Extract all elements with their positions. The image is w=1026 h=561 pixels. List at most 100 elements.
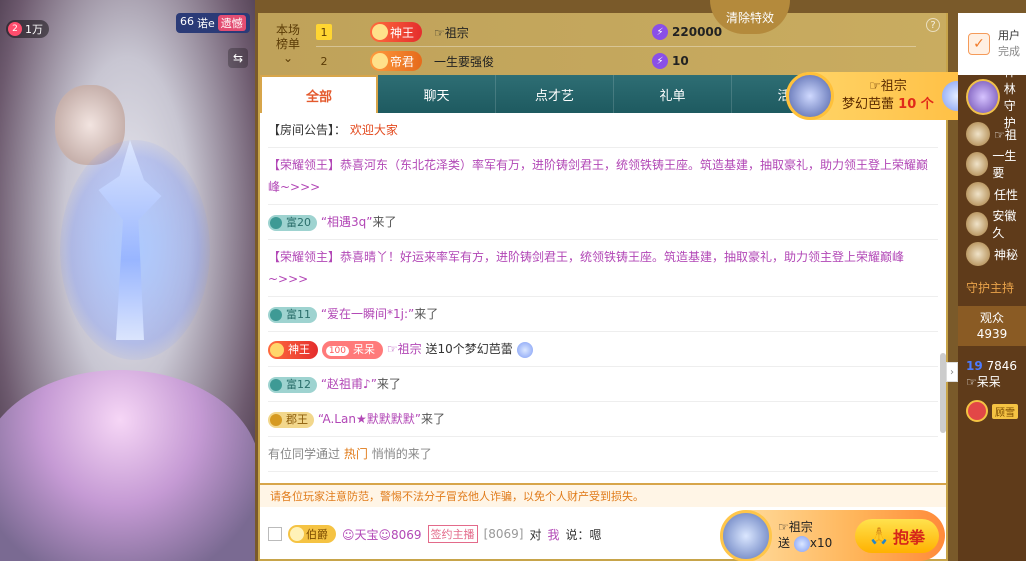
gift-float-detail: 送 x10 bbox=[778, 535, 832, 552]
chevron-right-icon[interactable]: › bbox=[946, 362, 958, 382]
guard-top-name: 神林 bbox=[1003, 65, 1016, 96]
gift-message: 神王 100 呆呆 ☞祖宗 送10个梦幻芭蕾 bbox=[268, 332, 938, 367]
guard-item[interactable]: 任性 bbox=[958, 179, 1026, 209]
announce-value: 欢迎大家 bbox=[349, 123, 398, 137]
guard-name: 任性 bbox=[994, 187, 1019, 202]
rank-title-line2: 榜单 bbox=[276, 37, 301, 51]
join-message: 富20 “相遇3q”来了 bbox=[268, 205, 938, 240]
gift-banner-text: ☞祖宗 梦幻芭蕾 10 个 bbox=[842, 78, 934, 114]
level-badge: 富20 bbox=[268, 214, 317, 231]
anchor-tag: 签约主播 bbox=[427, 525, 478, 543]
rank-board-title[interactable]: 本场 榜单 ⌄ bbox=[276, 23, 300, 65]
top-right-badge[interactable]: 66 诺e 遗憾 bbox=[176, 13, 250, 33]
fan-level: 100 bbox=[325, 345, 350, 356]
swap-icon[interactable]: ⇆ bbox=[228, 48, 248, 68]
music-box-effect bbox=[0, 370, 255, 561]
rank-score: ⚡ 10 bbox=[652, 53, 689, 69]
rank-medal: 帝君 bbox=[370, 51, 423, 71]
bolt-icon: ⚡ bbox=[652, 53, 669, 69]
guard-avatar bbox=[966, 79, 1000, 115]
vip-row[interactable]: 顾雪 bbox=[958, 400, 1026, 422]
gift-banner-gift: 梦幻芭蕾 bbox=[842, 97, 895, 112]
ballet-gift-icon bbox=[793, 535, 810, 552]
guard-avatar bbox=[966, 122, 990, 146]
rank-name: 一生要强俊 bbox=[434, 54, 495, 69]
gift-banner-user: ☞祖宗 bbox=[869, 79, 907, 94]
gift-float-text: ☞祖宗 送 x10 bbox=[778, 519, 832, 552]
guard-avatar bbox=[966, 212, 989, 236]
rank-number: 1 bbox=[316, 24, 332, 40]
guard-item[interactable]: 一生要 bbox=[958, 149, 1026, 180]
join-message: 富11 “爱在一瞬间*1j:”来了 bbox=[268, 297, 938, 332]
rank-score: ⚡ 220000 bbox=[652, 24, 722, 40]
gift-float-user: ☞祖宗 bbox=[778, 520, 813, 535]
pass-prefix: 有位同学通过 bbox=[268, 447, 341, 461]
level-badge: 富11 bbox=[268, 306, 317, 323]
chat-text: 说：嗯 bbox=[565, 527, 602, 542]
viewer-badge-text: 1万 bbox=[25, 23, 43, 36]
system-message[interactable]: 【荣耀领主】恭喜晴丫！好运来率军有方，进阶铸剑君王，统领铁铸王座。筑造基建，抽取… bbox=[268, 240, 938, 297]
hot-link[interactable]: 热门 bbox=[344, 447, 368, 461]
chat-user-id: [8069] bbox=[483, 527, 524, 541]
chat-user[interactable]: ☺天宝☺8069 bbox=[342, 526, 422, 543]
salute-button[interactable]: 🙏 抱拳 bbox=[855, 518, 939, 553]
rank-row[interactable]: 1 神王 ☞祖宗 ⚡ 220000 bbox=[316, 21, 916, 43]
salute-label: 抱拳 bbox=[892, 527, 925, 547]
help-icon[interactable]: ? bbox=[926, 18, 940, 32]
guard-name: 神秘 bbox=[994, 247, 1019, 262]
join-user[interactable]: “赵祖甫♪” bbox=[321, 377, 377, 391]
rank-title-line1: 本场 bbox=[276, 23, 301, 37]
rank-board: 本场 榜单 ⌄ 1 神王 ☞祖宗 ⚡ 220000 2 帝君 一生要强俊 ⚡ 10 … bbox=[260, 0, 946, 75]
viewer-badge: 2 1万 bbox=[6, 20, 49, 38]
gift-float-count: x10 bbox=[809, 536, 833, 551]
join-suffix: 来了 bbox=[372, 215, 397, 229]
join-user[interactable]: “相遇3q” bbox=[321, 215, 373, 229]
gift-banner-count: 10 个 bbox=[898, 97, 934, 112]
join-suffix: 来了 bbox=[414, 307, 439, 321]
to-label: 对 bbox=[529, 527, 542, 542]
guard-item[interactable]: 神秘 bbox=[958, 239, 1026, 269]
guard-host[interactable]: 守护主持 bbox=[958, 279, 1026, 296]
rank-number: 2 bbox=[320, 54, 328, 68]
viewer-item[interactable]: 19 7846 ☞呆呆 bbox=[958, 358, 1026, 390]
gift-banner-avatar bbox=[786, 72, 834, 120]
guard-top[interactable]: 神林 守护 bbox=[958, 65, 1026, 130]
audience-box[interactable]: 观众 4939 bbox=[958, 306, 1026, 346]
tab-all[interactable]: 全部 bbox=[260, 75, 378, 113]
gift-banner-detail: 梦幻芭蕾 10 个 bbox=[842, 96, 934, 114]
tab-chat[interactable]: 聊天 bbox=[378, 75, 496, 113]
video-stream[interactable]: 2 1万 66 诺e 遗憾 ⇆ bbox=[0, 0, 255, 561]
task-text: 用户 完成 bbox=[998, 28, 1020, 60]
rank-tag: 伯爵 bbox=[288, 525, 336, 543]
tab-request-talent[interactable]: 点才艺 bbox=[496, 75, 614, 113]
join-suffix: 来了 bbox=[376, 377, 401, 391]
join-message: 郡王 “A.Lan★默默默默”来了 bbox=[268, 402, 938, 437]
guard-name: 一生要 bbox=[992, 149, 1017, 180]
viewer-id: 7846 bbox=[986, 359, 1018, 373]
join-suffix: 来了 bbox=[420, 412, 445, 426]
viewer-name: ☞呆呆 bbox=[966, 375, 1001, 389]
viewer-level: 19 bbox=[966, 359, 983, 373]
guard-item[interactable]: 安徽久 bbox=[958, 209, 1026, 240]
ballet-gift-icon bbox=[516, 341, 533, 358]
message-list[interactable]: 【房间公告】： 欢迎大家 【荣耀领王】恭喜河东（东北花泽类）率军有万，进阶铸剑君… bbox=[260, 113, 946, 483]
rank-score-value: 220000 bbox=[672, 25, 723, 39]
guard-name: ☞祖 bbox=[994, 127, 1017, 142]
rank-score-value: 10 bbox=[672, 54, 689, 68]
right-sidebar: ✓ 用户 完成 神林 守护 ☞祖 一生要 任性 安徽久 神秘 守护主持 观众 4… bbox=[958, 13, 1026, 561]
fan-name: 呆呆 bbox=[353, 342, 376, 356]
checkbox[interactable] bbox=[268, 527, 282, 541]
rank-medal: 神王 bbox=[370, 22, 423, 42]
bolt-icon: ⚡ bbox=[652, 24, 669, 40]
gift-float-avatar bbox=[720, 509, 772, 561]
fan-badge: 100 呆呆 bbox=[321, 340, 384, 359]
top-right-label: 诺e bbox=[197, 17, 215, 30]
gift-user[interactable]: ☞祖宗 bbox=[387, 342, 422, 356]
salute-icon: 🙏 bbox=[869, 526, 889, 545]
task-line2: 完成 bbox=[998, 45, 1020, 58]
join-user[interactable]: “爱在一瞬间*1j:” bbox=[321, 307, 414, 321]
system-message[interactable]: 【荣耀领王】恭喜河东（东北花泽类）率军有万，进阶铸剑君王，统领铁铸王座。筑造基建… bbox=[268, 148, 938, 205]
rank-row[interactable]: 2 帝君 一生要强俊 ⚡ 10 bbox=[316, 50, 916, 72]
tab-gift-list[interactable]: 礼单 bbox=[614, 75, 732, 113]
join-user[interactable]: “A.Lan★默默默默” bbox=[318, 412, 421, 426]
